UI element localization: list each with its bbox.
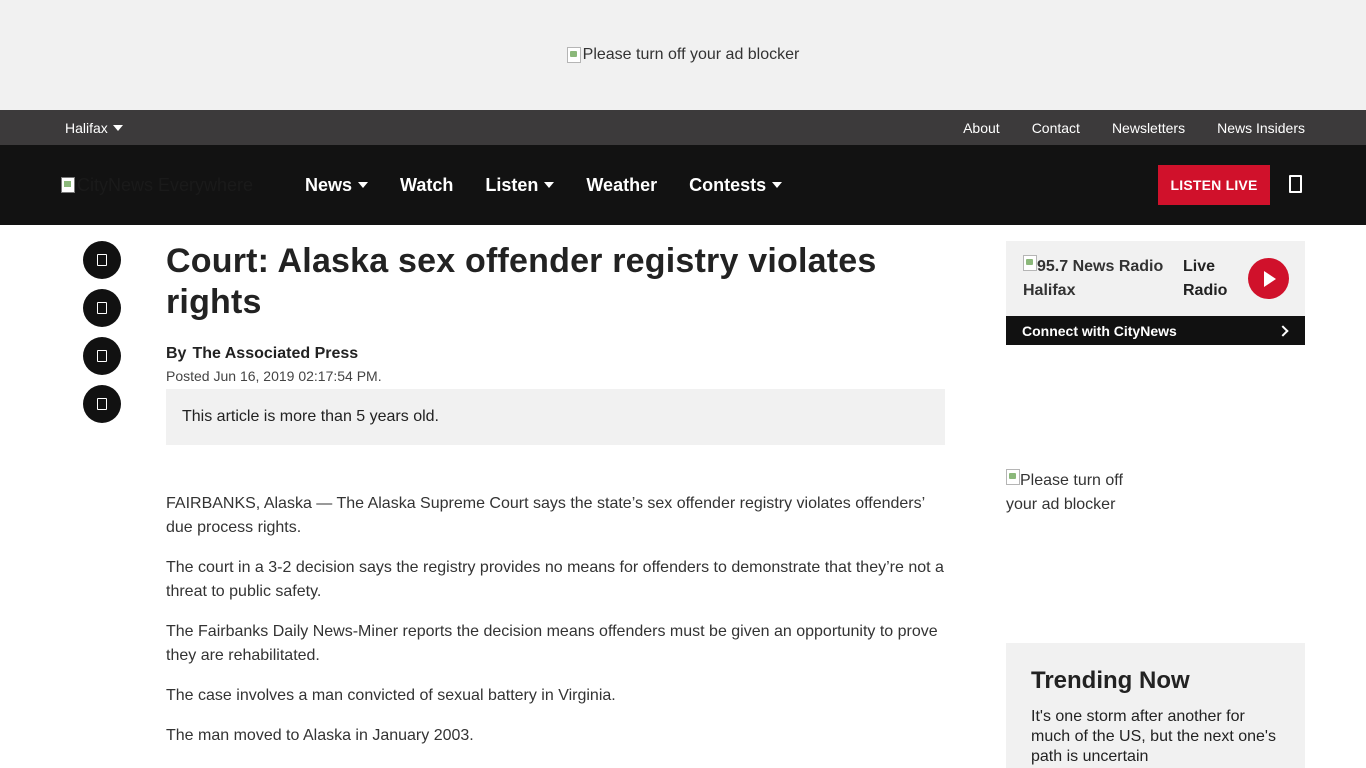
broken-image-icon bbox=[61, 177, 75, 193]
article-paragraph: The court in a 3-2 decision says the reg… bbox=[166, 559, 944, 600]
broken-image-icon bbox=[1023, 255, 1037, 271]
nav-item-news[interactable]: News bbox=[305, 174, 369, 196]
utility-links: About Contact Newsletters News Insiders bbox=[963, 120, 1305, 136]
ad-image[interactable]: Please turn off your ad blocker bbox=[566, 46, 800, 64]
article-paragraph: FAIRBANKS, Alaska — The Alaska Supreme C… bbox=[166, 495, 925, 536]
nav-menu: News Watch Listen Weather Contests bbox=[305, 174, 783, 196]
share-icon bbox=[97, 350, 107, 362]
trending-now-panel: Trending Now It's one storm after anothe… bbox=[1006, 643, 1305, 768]
trending-title: Trending Now bbox=[1031, 667, 1190, 694]
chevron-down-icon bbox=[358, 182, 369, 188]
share-copy-link-button[interactable] bbox=[83, 385, 121, 423]
nav-item-listen[interactable]: Listen bbox=[485, 174, 555, 196]
nav-item-label: Weather bbox=[586, 174, 658, 195]
station-image: 95.7 News Radio Halifax bbox=[1023, 255, 1164, 299]
about-link[interactable]: About bbox=[963, 120, 1000, 136]
main-navigation: CityNews Everywhere News Watch Listen We… bbox=[0, 145, 1366, 225]
nav-item-label: Contests bbox=[689, 174, 767, 195]
logo-alt-text: CityNews Everywhere bbox=[77, 174, 254, 195]
article-age-notice: This article is more than 5 years old. bbox=[166, 389, 945, 445]
listen-live-button[interactable]: LISTEN LIVE bbox=[1158, 165, 1270, 205]
share-icon bbox=[97, 302, 107, 314]
byline: By The Associated Press bbox=[166, 345, 946, 363]
station-alt-text: 95.7 News Radio Halifax bbox=[1023, 258, 1164, 299]
nav-item-watch[interactable]: Watch bbox=[400, 175, 453, 196]
chevron-down-icon bbox=[544, 182, 555, 188]
station-logo[interactable]: 95.7 News Radio Halifax bbox=[1023, 255, 1173, 303]
contact-link[interactable]: Contact bbox=[1032, 120, 1080, 136]
trending-headline[interactable]: It's one storm after another for much of… bbox=[1031, 707, 1281, 767]
site-logo[interactable]: CityNews Everywhere bbox=[61, 175, 273, 196]
article-paragraph: The man moved to Alaska in January 2003. bbox=[166, 727, 474, 744]
article-paragraph: The Fairbanks Daily News-Miner reports t… bbox=[166, 623, 938, 664]
broken-image-icon bbox=[566, 47, 581, 63]
share-facebook-button[interactable] bbox=[83, 241, 121, 279]
sidebar-ad[interactable]: Please turn off your ad blocker bbox=[1006, 469, 1156, 517]
chevron-down-icon bbox=[772, 182, 783, 188]
nav-item-label: Watch bbox=[400, 174, 454, 195]
play-button[interactable] bbox=[1248, 258, 1289, 299]
search-icon[interactable] bbox=[1289, 175, 1302, 193]
top-ad-banner[interactable]: Please turn off your ad blocker bbox=[0, 0, 1366, 110]
article-header: Court: Alaska sex offender registry viol… bbox=[166, 241, 946, 445]
nav-item-label: Listen bbox=[485, 174, 539, 195]
location-label: Halifax bbox=[65, 119, 108, 136]
article-paragraph: The case involves a man convicted of sex… bbox=[166, 687, 616, 704]
connect-with-citynews-link[interactable]: Connect with CityNews bbox=[1006, 316, 1305, 345]
nav-item-contests[interactable]: Contests bbox=[689, 174, 783, 196]
article-age-text: This article is more than 5 years old. bbox=[182, 408, 439, 425]
news-insiders-link[interactable]: News Insiders bbox=[1217, 120, 1305, 136]
broken-image-icon bbox=[1006, 469, 1020, 485]
posted-date: Posted Jun 16, 2019 02:17:54 PM. bbox=[166, 368, 382, 384]
nav-item-weather[interactable]: Weather bbox=[586, 175, 657, 196]
location-selector[interactable]: Halifax bbox=[65, 120, 123, 136]
share-twitter-button[interactable] bbox=[83, 289, 121, 327]
share-email-button[interactable] bbox=[83, 337, 121, 375]
article-body: FAIRBANKS, Alaska — The Alaska Supreme C… bbox=[166, 492, 946, 764]
newsletters-link[interactable]: Newsletters bbox=[1112, 120, 1185, 136]
chevron-down-icon bbox=[112, 124, 123, 131]
ad-image: Please turn off your ad blocker bbox=[1006, 469, 1123, 513]
author-name[interactable]: The Associated Press bbox=[192, 345, 358, 362]
share-icon bbox=[97, 398, 107, 410]
article-title: Court: Alaska sex offender registry viol… bbox=[166, 242, 877, 321]
play-icon bbox=[1264, 270, 1276, 287]
byline-prefix: By bbox=[166, 345, 187, 362]
connect-label: Connect with CityNews bbox=[1022, 322, 1177, 339]
chevron-right-icon bbox=[1277, 324, 1289, 337]
utility-bar: Halifax About Contact Newsletters News I… bbox=[0, 110, 1366, 145]
ad-alt-text: Please turn off your ad blocker bbox=[1006, 472, 1123, 513]
nav-item-label: News bbox=[305, 174, 353, 195]
live-radio-card: 95.7 News Radio Halifax Live Radio bbox=[1006, 241, 1305, 316]
ad-alt-text: Please turn off your ad blocker bbox=[582, 46, 800, 63]
live-radio-label: Live Radio bbox=[1183, 258, 1228, 299]
share-icon bbox=[97, 254, 107, 266]
